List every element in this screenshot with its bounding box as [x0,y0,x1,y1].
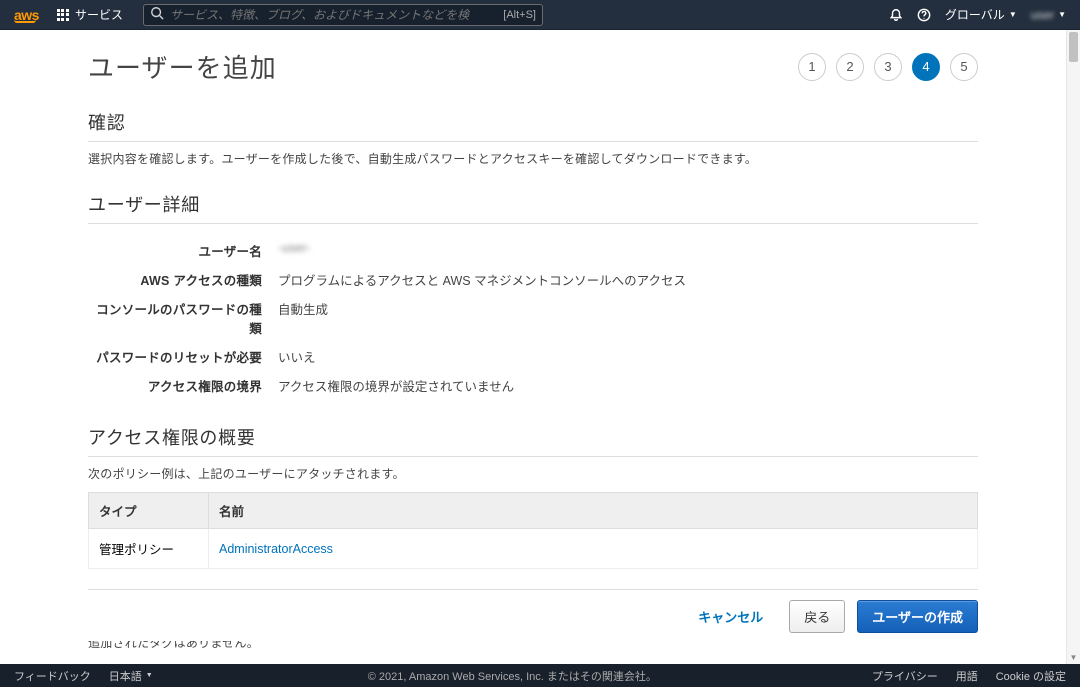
wizard-steps: 1 2 3 4 5 [798,53,978,81]
footer-feedback-link[interactable]: フィードバック [14,668,91,684]
footer-terms-link[interactable]: 用語 [956,668,978,684]
detail-access-type-label: AWS アクセスの種類 [88,270,278,289]
wizard-actions-bar: キャンセル 戻る ユーザーの作成 [0,589,1066,641]
vertical-scrollbar[interactable]: ▲ ▼ [1066,30,1080,664]
detail-password-reset-label: パスワードのリセットが必要 [88,347,278,366]
policy-type: 管理ポリシー [89,529,209,569]
detail-permission-boundary-value: アクセス権限の境界が設定されていません [278,376,978,395]
top-nav: aws サービス [Alt+S] グローバル ▼ use [0,0,1080,30]
help-icon [917,8,931,22]
chevron-down-icon: ▼ [1058,10,1066,19]
step-5[interactable]: 5 [950,53,978,81]
aws-logo[interactable]: aws [6,7,47,23]
footer-language-selector[interactable]: 日本語 ▼ [109,668,153,684]
search-input[interactable] [170,8,470,22]
bell-icon [889,8,903,22]
region-selector[interactable]: グローバル ▼ [945,6,1017,23]
detail-username-value: -user- [278,241,978,260]
footer-language-label: 日本語 [109,668,142,684]
console-footer: フィードバック 日本語 ▼ © 2021, Amazon Web Service… [0,664,1080,687]
step-2[interactable]: 2 [836,53,864,81]
footer-cookie-link[interactable]: Cookie の設定 [996,668,1066,684]
detail-password-reset-value: いいえ [278,347,978,366]
detail-password-reset: パスワードのリセットが必要 いいえ [88,342,978,371]
search-shortcut: [Alt+S] [503,9,536,21]
footer-privacy-link[interactable]: プライバシー [872,668,938,684]
step-4[interactable]: 4 [912,53,940,81]
section-details-heading: ユーザー詳細 [88,191,978,224]
detail-access-type-value: プログラムによるアクセスと AWS マネジメントコンソールへのアクセス [278,270,978,289]
detail-username-label: ユーザー名 [88,241,278,260]
chevron-down-icon: ▼ [146,672,153,679]
step-1[interactable]: 1 [798,53,826,81]
table-row: 管理ポリシー AdministratorAccess [89,529,978,569]
detail-password-type-label: コンソールのパスワードの種類 [88,299,278,337]
permissions-col-name: 名前 [209,493,978,529]
detail-username: ユーザー名 -user- [88,236,978,265]
services-menu[interactable]: サービス [47,6,133,23]
policy-name-link[interactable]: AdministratorAccess [219,542,333,556]
back-button[interactable]: 戻る [789,600,845,633]
scrollbar-thumb[interactable] [1069,32,1078,62]
detail-permission-boundary: アクセス権限の境界 アクセス権限の境界が設定されていません [88,371,978,400]
user-details: ユーザー名 -user- AWS アクセスの種類 プログラムによるアクセスと A… [88,236,978,400]
grid-icon [57,9,69,21]
search-icon [150,6,164,23]
create-user-button[interactable]: ユーザーの作成 [857,600,978,633]
help-button[interactable] [917,8,931,22]
scroll-down-arrow-icon[interactable]: ▼ [1067,650,1080,664]
detail-password-type-value: 自動生成 [278,299,978,337]
account-menu[interactable]: user ▼ [1031,8,1066,22]
cancel-button[interactable]: キャンセル [684,600,777,633]
section-confirm-desc: 選択内容を確認します。ユーザーを作成した後で、自動生成パスワードとアクセスキーを… [88,150,978,167]
global-search[interactable]: [Alt+S] [143,4,543,26]
detail-permission-boundary-label: アクセス権限の境界 [88,376,278,395]
footer-copyright: © 2021, Amazon Web Services, Inc. またはその関… [153,668,872,684]
main-viewport: ユーザーを追加 1 2 3 4 5 確認 選択内容を確認します。ユーザーを作成し… [0,30,1080,664]
region-label: グローバル [945,6,1005,23]
services-label: サービス [75,6,123,23]
notifications-button[interactable] [889,8,903,22]
section-confirm-heading: 確認 [88,109,978,142]
chevron-down-icon: ▼ [1009,10,1017,19]
section-permissions-desc: 次のポリシー例は、上記のユーザーにアタッチされます。 [88,465,978,482]
permissions-col-type: タイプ [89,493,209,529]
permissions-table: タイプ 名前 管理ポリシー AdministratorAccess [88,492,978,569]
section-permissions-heading: アクセス権限の概要 [88,424,978,457]
content-area: ユーザーを追加 1 2 3 4 5 確認 選択内容を確認します。ユーザーを作成し… [88,30,978,664]
aws-logo-text: aws [14,7,39,23]
account-label: user [1031,8,1054,22]
page-title: ユーザーを追加 [88,48,277,85]
detail-password-type: コンソールのパスワードの種類 自動生成 [88,294,978,342]
step-3[interactable]: 3 [874,53,902,81]
detail-access-type: AWS アクセスの種類 プログラムによるアクセスと AWS マネジメントコンソー… [88,265,978,294]
